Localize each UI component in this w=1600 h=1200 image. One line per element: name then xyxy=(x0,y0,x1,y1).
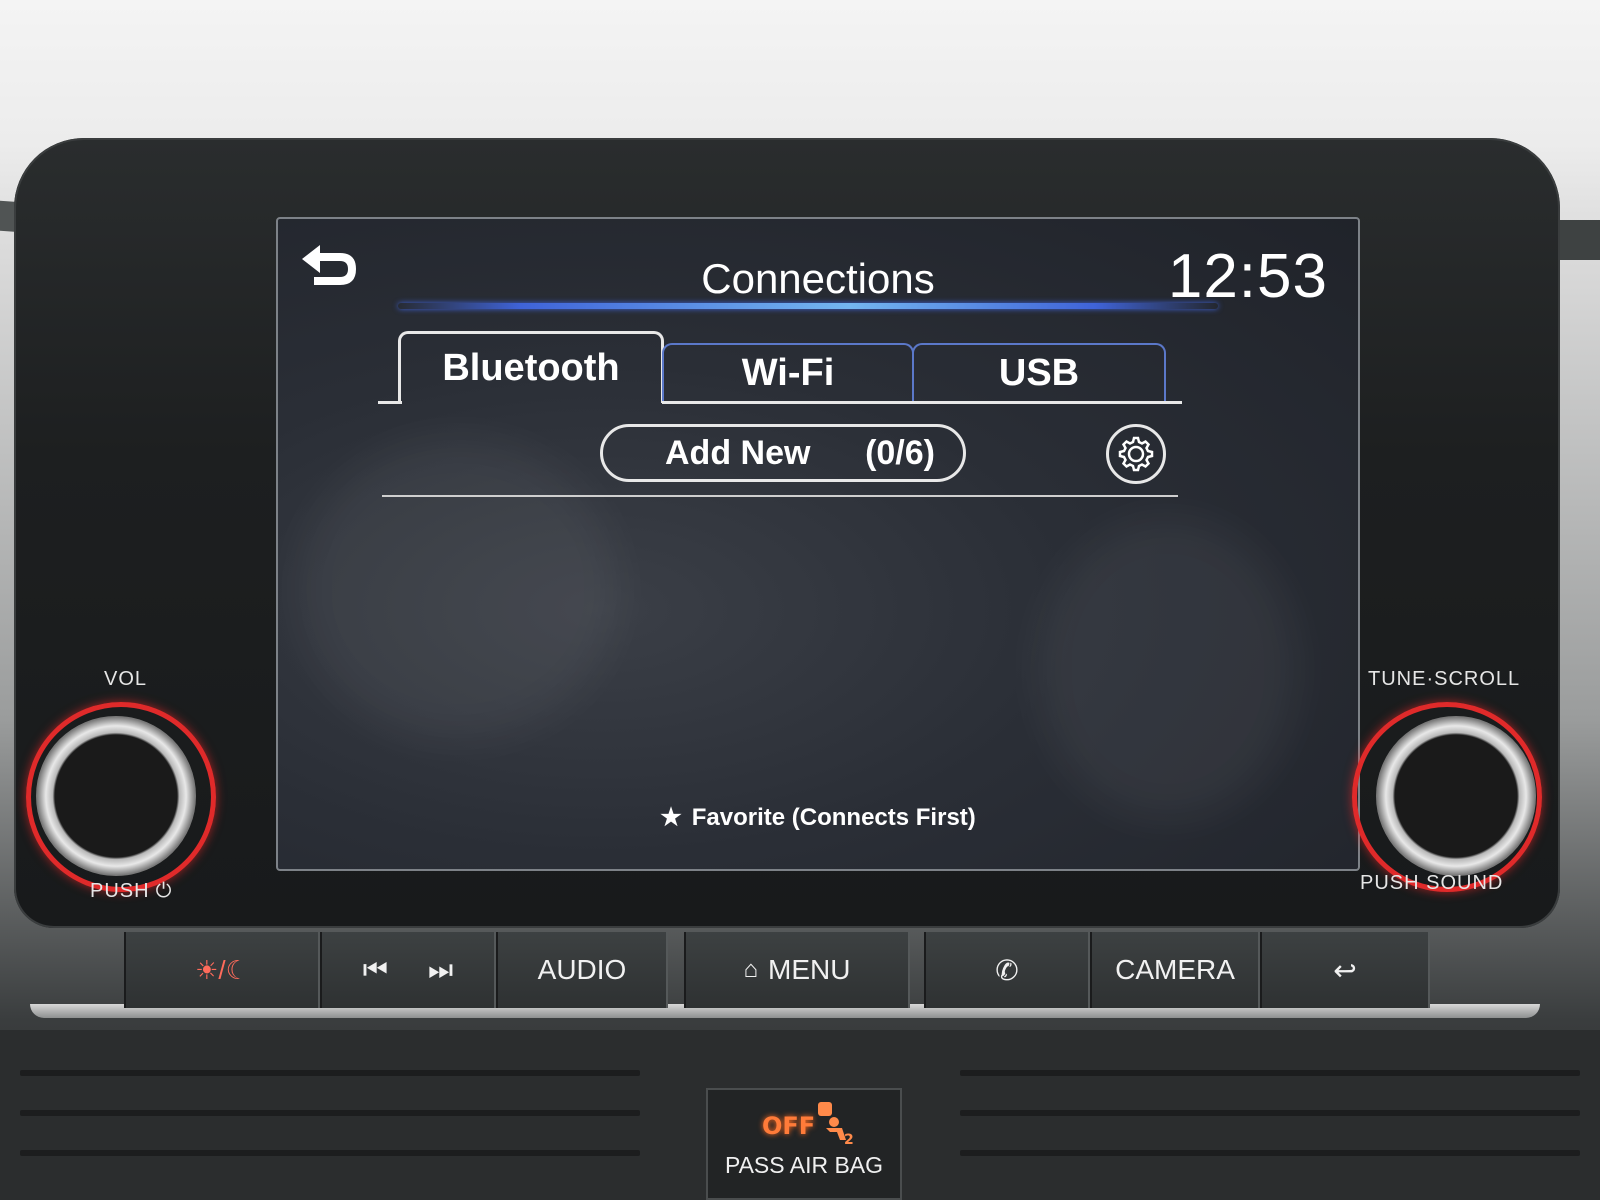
home-icon: ⌂ xyxy=(743,956,759,983)
phone-button[interactable]: ✆ xyxy=(924,932,1090,1008)
star-icon: ★ xyxy=(660,804,682,831)
favorite-note: Favorite (Connects First) xyxy=(691,804,976,831)
favorite-legend: ★ Favorite (Connects First) xyxy=(278,803,1358,832)
sun-moon-icon: ☀/☾ xyxy=(195,954,249,985)
tune-scroll-label: TUNE·SCROLL xyxy=(1368,668,1521,690)
back-arrow-icon: ↩ xyxy=(1333,954,1357,986)
add-new-device-button[interactable]: Add New (0/6) xyxy=(600,424,966,482)
knob-cap xyxy=(36,716,196,876)
camera-button[interactable]: CAMERA xyxy=(1090,932,1260,1008)
connection-tabs: Bluetooth Wi-Fi USB xyxy=(378,331,1188,405)
title-accent-line xyxy=(398,303,1218,309)
screen-reflection xyxy=(298,439,618,739)
air-vent-slat xyxy=(960,1070,1580,1076)
tune-scroll-knob[interactable] xyxy=(1352,702,1542,892)
clock: 12:53 xyxy=(1167,242,1328,311)
air-vent-slat xyxy=(20,1070,640,1076)
tab-label: USB xyxy=(998,351,1080,394)
next-track-icon: ⏭ xyxy=(428,953,454,985)
tab-bluetooth[interactable]: Bluetooth xyxy=(398,331,664,403)
bluetooth-settings-button[interactable] xyxy=(1106,424,1166,484)
airbag-label: PASS AIR BAG xyxy=(724,1152,884,1178)
push-power-label: PUSH ⏻ xyxy=(90,880,172,903)
knob-cap xyxy=(1376,716,1536,876)
hardware-button-row: ☀/☾ ⏮ ⏭ AUDIO ⌂ MENU ✆ CAMERA ↩ xyxy=(124,932,1464,1010)
menu-button[interactable]: ⌂ MENU xyxy=(684,932,910,1008)
screen-reflection xyxy=(1038,519,1298,819)
vol-label: VOL xyxy=(104,668,148,690)
audio-label: AUDIO xyxy=(537,954,627,985)
previous-track-icon: ⏮ xyxy=(362,953,388,985)
tab-label: Wi-Fi xyxy=(741,351,835,394)
device-count: (0/6) xyxy=(865,433,935,472)
airbag-status: OFF xyxy=(762,1112,816,1140)
camera-label: CAMERA xyxy=(1115,954,1235,985)
add-new-label: Add New xyxy=(665,433,811,472)
passenger-airbag-indicator: OFF 2 PASS AIR BAG xyxy=(706,1088,902,1200)
tab-usb[interactable]: USB xyxy=(912,343,1166,401)
air-vent-slat xyxy=(960,1150,1580,1156)
list-divider xyxy=(382,495,1178,497)
airbag-seat-icon: 2 xyxy=(818,1102,854,1146)
tab-wifi[interactable]: Wi-Fi xyxy=(662,343,914,401)
menu-label: MENU xyxy=(768,954,851,985)
svg-text:2: 2 xyxy=(844,1132,854,1146)
back-hardware-button[interactable]: ↩ xyxy=(1260,932,1430,1008)
push-label: PUSH xyxy=(90,880,150,902)
air-vent-slat xyxy=(20,1110,640,1116)
phone-icon: ✆ xyxy=(995,954,1019,986)
volume-knob[interactable] xyxy=(26,702,216,892)
audio-button[interactable]: AUDIO xyxy=(496,932,668,1008)
gear-icon xyxy=(1118,436,1154,472)
power-icon: ⏻ xyxy=(155,880,173,902)
touchscreen: Connections 12:53 Bluetooth Wi-Fi USB Ad… xyxy=(276,217,1360,871)
tab-baseline xyxy=(662,401,1182,404)
air-vent-slat xyxy=(960,1110,1580,1116)
push-sound-label: PUSH SOUND xyxy=(1360,872,1504,894)
track-seek-button[interactable]: ⏮ ⏭ xyxy=(320,932,496,1008)
tab-label: Bluetooth xyxy=(442,347,620,389)
air-vent-slat xyxy=(20,1150,640,1156)
day-night-button[interactable]: ☀/☾ xyxy=(124,932,320,1008)
tab-baseline-left xyxy=(378,401,402,404)
